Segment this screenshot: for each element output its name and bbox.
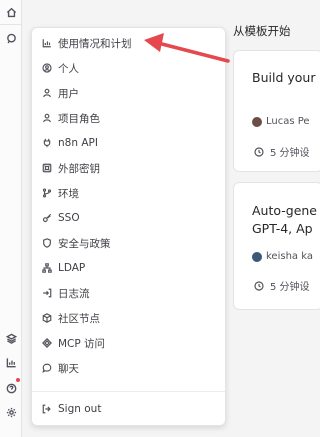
personal-icon [42,63,52,73]
clock-icon [254,146,264,157]
menu-item-usage[interactable]: 使用情况和计划 [40,32,218,54]
menu-item-label: LDAP [58,262,86,274]
log-in-icon [43,288,52,298]
menu-item-chat[interactable]: 聊天 [40,357,218,379]
home-icon[interactable] [2,3,20,21]
menu-item-label: MCP 访问 [58,337,106,350]
git-branch-icon [42,188,52,198]
left-rail [0,0,22,437]
shield-icon [43,238,51,248]
box-icon [42,313,52,323]
notification-dot [16,378,20,382]
menu-item-label: n8n API [58,137,98,149]
author-name: Lucas Pe [266,116,310,127]
author-name: keisha ka [266,251,313,262]
menu-item-label: 项目角色 [58,112,100,125]
clock-icon [254,280,264,291]
rail-divider [0,24,22,25]
setup-time: 5 分钟设 [270,282,310,293]
menu-item-label: 安全与政策 [58,237,111,250]
usage-chart-icon [42,39,51,48]
key-icon [42,213,52,223]
menu-item-project-roles[interactable]: 项目角色 [40,107,218,129]
menu-item-label: SSO [58,212,80,224]
card-title-line2: GPT-4, Ap [252,221,313,236]
menu-item-label: 个人 [58,62,79,75]
menu-item-community-nodes[interactable]: 社区节点 [40,307,218,329]
insights-icon[interactable] [2,353,20,371]
menu-item-log-streaming[interactable]: 日志流 [40,282,218,304]
avatar [252,251,262,262]
card-author: Lucas Pe [252,116,310,127]
menu-item-label: 环境 [58,187,79,200]
card-author: keisha ka [252,251,313,262]
user-icon [43,88,51,98]
card-meta: 5 分钟设 [254,278,310,293]
menu-item-label: 社区节点 [58,312,100,325]
menu-item-personal[interactable]: 个人 [40,57,218,79]
menu-item-label: 外部密钥 [58,162,100,175]
menu-item-external-secrets[interactable]: 外部密钥 [40,157,218,179]
settings-icon[interactable] [2,403,20,421]
templates-icon[interactable] [2,329,20,347]
vault-icon [42,163,52,173]
menu-item-security[interactable]: 安全与政策 [40,232,218,254]
settings-dropdown-menu: 使用情况和计划 个人 用户 项目角色 n8n API 外部密钥 环境 SSO 安… [31,27,226,426]
card-title: Build your [252,70,316,85]
section-title: 从模板开始 [233,24,291,38]
sign-out-label: Sign out [58,403,102,415]
template-card[interactable]: Build your Lucas Pe 5 分钟设 [233,50,320,172]
mcp-icon [42,338,52,348]
menu-item-ldap[interactable]: LDAP [40,257,218,279]
network-icon [42,263,52,273]
menu-item-users[interactable]: 用户 [40,82,218,104]
menu-item-sso[interactable]: SSO [40,207,218,229]
menu-item-label: 使用情况和计划 [58,37,132,50]
sign-out-icon [42,404,51,414]
menu-divider [32,391,225,392]
menu-item-environments[interactable]: 环境 [40,182,218,204]
menu-item-label: 日志流 [58,287,90,300]
api-plug-icon [43,138,51,148]
project-role-icon [43,113,51,123]
card-meta: 5 分钟设 [254,144,310,159]
template-card[interactable]: Auto-gene GPT-4, Ap keisha ka 5 分钟设 [233,182,320,310]
setup-time: 5 分钟设 [270,148,310,159]
sign-out-button[interactable]: Sign out [40,398,218,420]
menu-item-mcp-access[interactable]: MCP 访问 [40,332,218,354]
avatar [252,116,262,127]
menu-item-label: 用户 [58,87,79,100]
menu-item-label: 聊天 [58,362,79,375]
search-icon[interactable] [2,29,20,47]
menu-item-api[interactable]: n8n API [40,132,218,154]
chat-icon [42,363,52,373]
card-title: Auto-gene [252,203,318,218]
